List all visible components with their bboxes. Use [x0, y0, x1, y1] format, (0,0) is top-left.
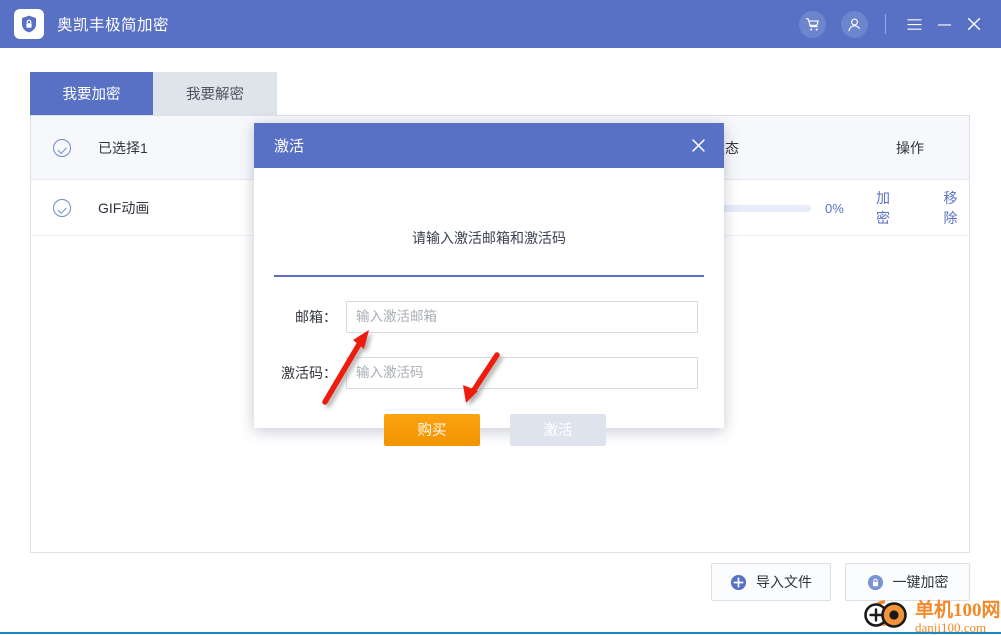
app-title: 奥凯丰极简加密 [57, 17, 170, 34]
progress-cell: 0% [721, 180, 844, 236]
hamburger-menu-icon[interactable] [899, 9, 929, 39]
divider [885, 14, 886, 34]
buy-button[interactable]: 购买 [384, 413, 480, 446]
application-window: 奥凯丰极简加密 我要加密 我要解密 已选择1 状态 操作 GIF动画 0% 加密… [0, 0, 1001, 636]
mode-tabs: 我要加密 我要解密 [30, 72, 277, 115]
check-circle-icon[interactable] [53, 138, 71, 157]
bottom-accent-line [0, 632, 1001, 634]
title-bar-controls [799, 0, 1001, 48]
tab-decrypt[interactable]: 我要解密 [153, 72, 277, 115]
dialog-title: 激活 [274, 138, 305, 155]
minimize-icon[interactable] [929, 9, 959, 39]
progress-label: 0% [825, 200, 844, 216]
activate-button: 激活 [510, 413, 606, 446]
progress-bar [721, 204, 811, 212]
watermark-line1: 单机100网 [915, 600, 1001, 621]
watermark-text: 单机100网 danji100.com [915, 601, 1001, 634]
dialog-actions: 购买 激活 [254, 413, 724, 446]
encrypt-all-label: 一键加密 [892, 574, 949, 590]
activation-code-field-label: 激活码： [281, 364, 337, 381]
divider [274, 275, 704, 277]
dialog-title-bar: 激活 [254, 123, 724, 168]
tab-encrypt[interactable]: 我要加密 [30, 72, 153, 115]
import-files-button[interactable]: 导入文件 [711, 563, 831, 601]
email-input[interactable] [346, 300, 698, 333]
tab-encrypt-label: 我要加密 [62, 87, 121, 103]
watermark: 单机100网 danji100.com [860, 596, 1001, 636]
footer-toolbar: 导入文件 一键加密 [0, 563, 1001, 603]
shopping-cart-icon[interactable] [799, 10, 826, 38]
row-action-remove[interactable]: 移除 [944, 188, 970, 228]
title-bar: 奥凯丰极简加密 [0, 0, 1001, 48]
plus-circle-icon [730, 574, 747, 591]
user-account-icon[interactable] [841, 10, 868, 38]
row-action-encrypt[interactable]: 加密 [876, 188, 902, 228]
activation-code-input[interactable] [346, 356, 698, 389]
column-header-action: 操作 [896, 140, 924, 156]
lock-circle-icon [867, 574, 884, 591]
shield-lock-icon [14, 9, 44, 39]
email-field-row: 邮箱： [254, 300, 724, 333]
selected-count-label: 已选择1 [98, 139, 148, 156]
activation-code-field-row: 激活码： [254, 356, 724, 389]
dialog-subtitle: 请输入激活邮箱和激活码 [412, 230, 566, 246]
close-icon[interactable] [959, 9, 989, 39]
tab-decrypt-label: 我要解密 [186, 87, 244, 103]
file-name: GIF动画 [98, 199, 150, 216]
email-field-label: 邮箱： [295, 308, 337, 325]
import-files-label: 导入文件 [756, 574, 812, 590]
close-icon[interactable] [687, 134, 710, 157]
row-actions: 加密 移除 [876, 180, 969, 236]
danji100-logo-icon [860, 596, 912, 636]
activation-dialog: 激活 请输入激活邮箱和激活码 邮箱： 激活码： 购买 激活 [254, 123, 724, 446]
check-circle-icon[interactable] [53, 198, 71, 217]
